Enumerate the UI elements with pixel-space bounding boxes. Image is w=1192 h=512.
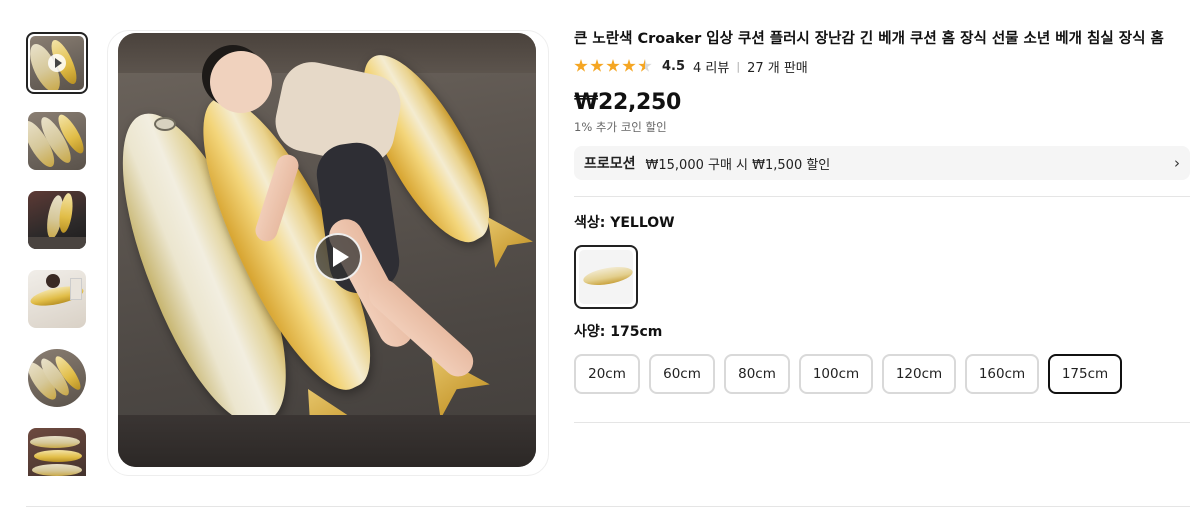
promotion-tag: 프로모션 xyxy=(584,156,636,172)
size-option[interactable]: 80cm xyxy=(724,354,790,394)
promotion-text: ₩15,000 구매 시 ₩1,500 할인 xyxy=(645,157,831,173)
coin-discount: 1% 추가 코인 할인 xyxy=(574,120,667,134)
play-icon[interactable] xyxy=(314,233,362,281)
product-info-panel: 큰 노란색 Croaker 입상 쿠션 플러시 장난감 긴 베개 쿠션 홈 장식… xyxy=(574,28,1190,423)
thumbnail-list xyxy=(26,30,90,476)
product-title: 큰 노란색 Croaker 입상 쿠션 플러시 장난감 긴 베개 쿠션 홈 장식… xyxy=(574,31,1164,47)
star-rating xyxy=(574,59,652,73)
thumbnail-6[interactable] xyxy=(28,428,86,476)
divider xyxy=(574,196,1190,197)
separator: | xyxy=(736,59,741,73)
size-option[interactable]: 20cm xyxy=(574,354,640,394)
star-icon xyxy=(622,59,636,72)
price: ₩22,250 xyxy=(574,90,682,115)
size-option[interactable]: 120cm xyxy=(882,354,956,394)
color-swatch-yellow[interactable] xyxy=(574,245,638,309)
thumbnail-5[interactable] xyxy=(28,349,86,407)
product-photo xyxy=(118,33,536,467)
size-option[interactable]: 160cm xyxy=(965,354,1039,394)
thumbnail-2[interactable] xyxy=(28,112,86,170)
thumbnail-video[interactable] xyxy=(26,32,88,94)
thumbnail-3[interactable] xyxy=(28,191,86,249)
star-icon xyxy=(606,59,620,72)
rating-row[interactable]: 4.5 4 리뷰 | 27 개 판매 xyxy=(574,56,1190,76)
size-option[interactable]: 100cm xyxy=(799,354,873,394)
size-option-selected[interactable]: 175cm xyxy=(1048,354,1122,394)
size-label: 사양: 175cm xyxy=(574,324,663,340)
size-options: 20cm 60cm 80cm 100cm 120cm 160cm 175cm xyxy=(574,354,1190,394)
sales-count: 27 개 판매 xyxy=(747,60,808,76)
promotion-banner[interactable]: 프로모션 ₩15,000 구매 시 ₩1,500 할인 › xyxy=(574,146,1190,180)
color-label: 색상: YELLOW xyxy=(574,215,675,231)
thumbnail-4[interactable] xyxy=(28,270,86,328)
divider xyxy=(574,422,1190,423)
star-icon xyxy=(574,59,588,72)
rating-score: 4.5 xyxy=(662,58,686,74)
main-product-media[interactable] xyxy=(107,30,549,476)
review-count[interactable]: 4 리뷰 xyxy=(693,57,729,76)
half-star-icon xyxy=(638,59,652,72)
size-option[interactable]: 60cm xyxy=(649,354,715,394)
star-icon xyxy=(590,59,604,72)
bottom-divider xyxy=(26,506,1190,507)
play-icon xyxy=(48,54,66,72)
chevron-right-icon: › xyxy=(1174,154,1180,172)
